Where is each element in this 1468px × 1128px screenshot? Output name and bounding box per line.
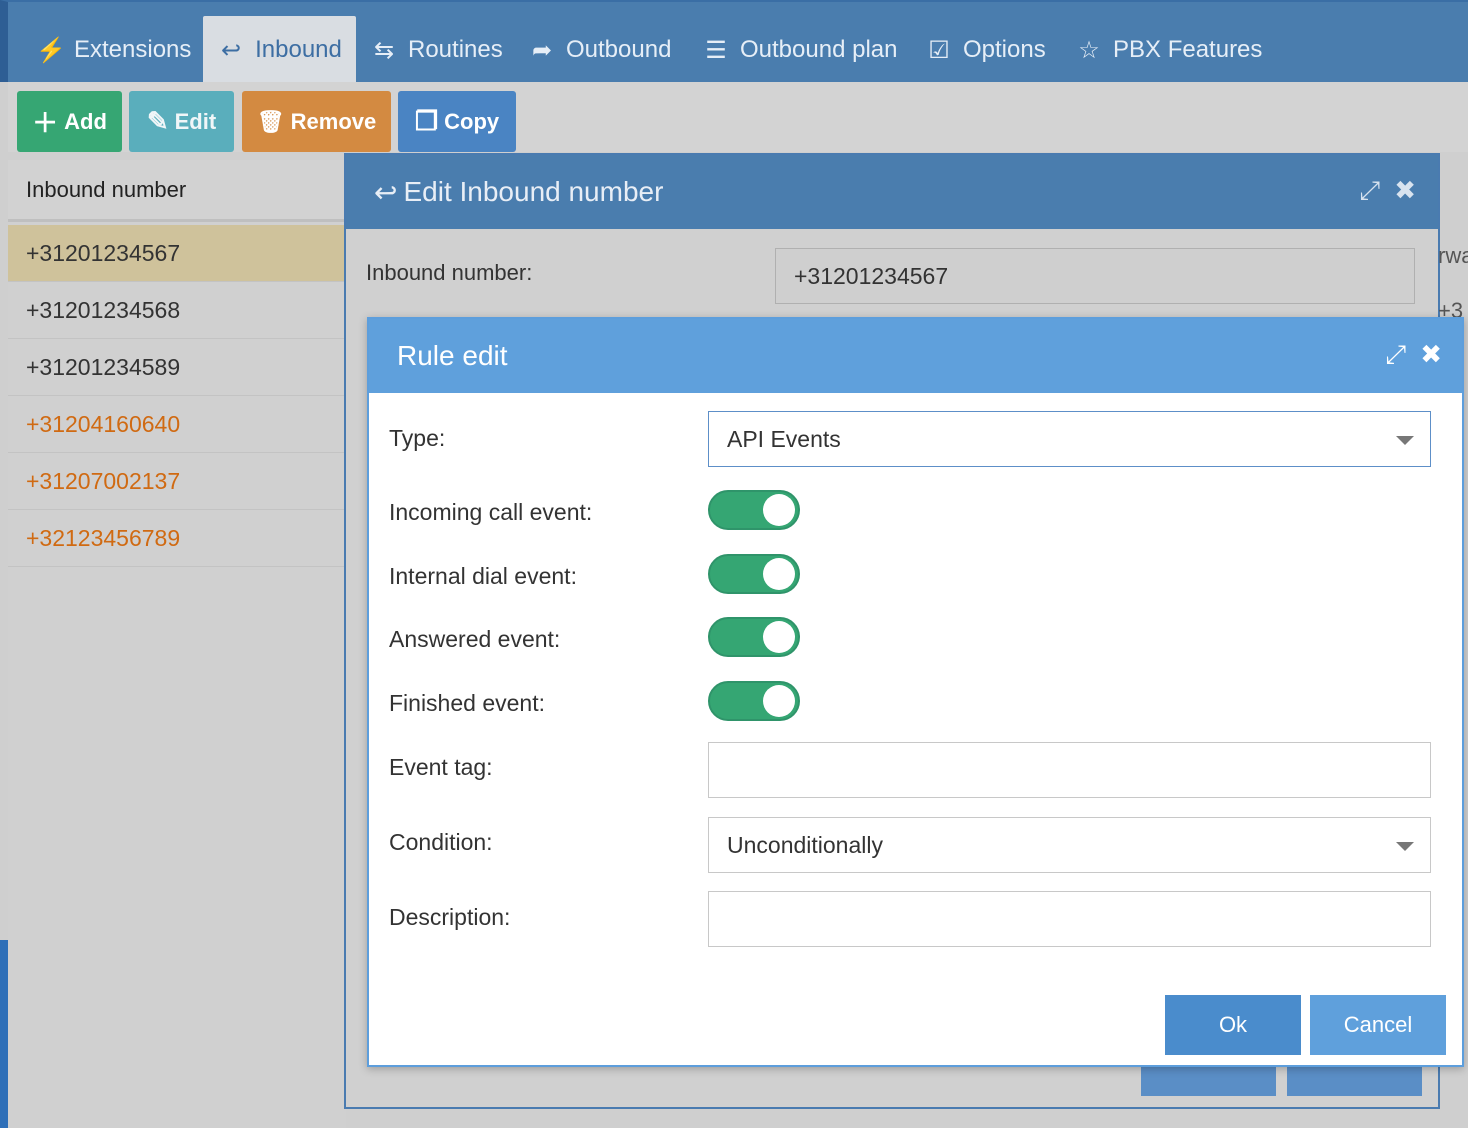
condition-select[interactable]: Unconditionally bbox=[708, 817, 1431, 873]
dialog-header-icons: ⤢ ✖ bbox=[1359, 175, 1416, 207]
checkbox-icon: ☑ bbox=[928, 36, 950, 64]
toggle-knob bbox=[763, 621, 795, 653]
rule-edit-dialog: Rule edit ⤢ ✖ Type: API Events Incoming … bbox=[367, 317, 1464, 1067]
caret-down-icon bbox=[1396, 842, 1414, 851]
description-input[interactable] bbox=[708, 891, 1431, 947]
type-select[interactable]: API Events bbox=[708, 411, 1431, 467]
tab-outbound[interactable]: ➦ Outbound bbox=[528, 16, 671, 84]
finished-toggle[interactable] bbox=[708, 681, 800, 721]
dialog-header-icons: ⤢ ✖ bbox=[1385, 339, 1442, 371]
list-item[interactable]: +31207002137 bbox=[8, 453, 346, 510]
type-label: Type: bbox=[389, 425, 446, 451]
close-icon[interactable]: ✖ bbox=[1420, 339, 1442, 371]
list-item[interactable]: +31201234567 bbox=[8, 225, 346, 282]
list-icon: ☰ bbox=[705, 36, 727, 64]
tab-label: Outbound plan bbox=[740, 36, 898, 63]
reply-icon: ↩ bbox=[221, 36, 242, 64]
toolbar: ＋ Add ✎ Edit 🗑 Remove ❐ Copy bbox=[8, 82, 1468, 152]
list-item[interactable]: +31204160640 bbox=[8, 396, 346, 453]
caret-down-icon bbox=[1396, 436, 1414, 445]
list-item[interactable]: +32123456789 bbox=[8, 510, 346, 567]
swap-icon: ⇆ bbox=[373, 36, 395, 64]
tab-label: Extensions bbox=[74, 36, 192, 63]
tab-label: Options bbox=[963, 36, 1046, 63]
tab-label: Outbound bbox=[566, 36, 672, 63]
answered-toggle[interactable] bbox=[708, 617, 800, 657]
remove-button[interactable]: 🗑 Remove bbox=[242, 91, 391, 152]
inbound-list: Inbound number +31201234567 +31201234568… bbox=[8, 160, 346, 1128]
list-item[interactable]: +31201234568 bbox=[8, 282, 346, 339]
top-nav: ⚡ Extensions ↩ Inbound ⇆ Routines ➦ Outb… bbox=[0, 0, 1468, 84]
peek-text: rwa bbox=[1438, 243, 1468, 268]
condition-label: Condition: bbox=[389, 829, 493, 855]
condition-value: Unconditionally bbox=[727, 831, 883, 858]
trash-icon: 🗑 bbox=[256, 108, 285, 134]
incoming-call-toggle[interactable] bbox=[708, 490, 800, 530]
dialog-title: Edit Inbound number bbox=[403, 176, 664, 207]
dialog-header: Rule edit bbox=[369, 319, 1462, 393]
event-tag-label: Event tag: bbox=[389, 754, 493, 780]
incoming-call-label: Incoming call event: bbox=[389, 499, 593, 525]
inbound-number-input[interactable]: +31201234567 bbox=[775, 248, 1415, 304]
ok-button[interactable]: Ok bbox=[1165, 995, 1301, 1055]
copy-icon: ❐ bbox=[414, 106, 439, 136]
tab-label: PBX Features bbox=[1113, 36, 1263, 63]
edit-button[interactable]: ✎ Edit bbox=[129, 91, 234, 152]
pencil-icon: ✎ bbox=[146, 106, 169, 136]
internal-dial-toggle[interactable] bbox=[708, 554, 800, 594]
tab-extensions[interactable]: ⚡ Extensions bbox=[36, 16, 191, 84]
list-item[interactable]: +31201234589 bbox=[8, 339, 346, 396]
tab-options[interactable]: ☑ Options bbox=[925, 16, 1046, 84]
list-header[interactable]: Inbound number bbox=[8, 160, 346, 222]
answered-label: Answered event: bbox=[389, 626, 561, 652]
star-icon: ☆ bbox=[1078, 36, 1100, 64]
tab-routines[interactable]: ⇆ Routines bbox=[370, 16, 503, 84]
ok-button-behind[interactable] bbox=[1141, 1062, 1276, 1096]
cancel-button-behind[interactable] bbox=[1287, 1062, 1422, 1096]
copy-label: Copy bbox=[444, 108, 500, 134]
add-button[interactable]: ＋ Add bbox=[17, 91, 122, 152]
tab-outbound-plan[interactable]: ☰ Outbound plan bbox=[702, 16, 897, 84]
plus-icon: ＋ bbox=[32, 108, 59, 138]
add-label: Add bbox=[64, 108, 107, 134]
tab-pbx-features[interactable]: ☆ PBX Features bbox=[1075, 16, 1262, 84]
cancel-button[interactable]: Cancel bbox=[1310, 995, 1446, 1055]
toggle-knob bbox=[763, 558, 795, 590]
expand-icon[interactable]: ⤢ bbox=[1385, 339, 1406, 371]
dialog-title: Rule edit bbox=[397, 340, 508, 371]
internal-dial-label: Internal dial event: bbox=[389, 563, 577, 589]
reply-icon: ↩ bbox=[374, 176, 398, 208]
lightning-icon: ⚡ bbox=[36, 36, 66, 64]
inbound-number-label: Inbound number: bbox=[366, 260, 533, 285]
left-edge-bar bbox=[0, 940, 8, 1128]
edit-label: Edit bbox=[174, 108, 217, 134]
expand-icon[interactable]: ⤢ bbox=[1359, 175, 1380, 207]
copy-button[interactable]: ❐ Copy bbox=[398, 91, 516, 152]
event-tag-input[interactable] bbox=[708, 742, 1431, 798]
type-value: API Events bbox=[727, 425, 841, 452]
tab-label: Routines bbox=[408, 36, 503, 63]
tab-inbound[interactable]: ↩ Inbound bbox=[203, 16, 356, 84]
close-icon[interactable]: ✖ bbox=[1394, 175, 1416, 207]
remove-label: Remove bbox=[290, 108, 377, 134]
finished-label: Finished event: bbox=[389, 690, 545, 716]
forward-icon: ➦ bbox=[531, 36, 553, 64]
description-label: Description: bbox=[389, 904, 511, 930]
tab-label: Inbound bbox=[255, 36, 342, 63]
toggle-knob bbox=[763, 494, 795, 526]
toggle-knob bbox=[763, 685, 795, 717]
dialog-header: ↩ Edit Inbound number bbox=[346, 155, 1438, 229]
